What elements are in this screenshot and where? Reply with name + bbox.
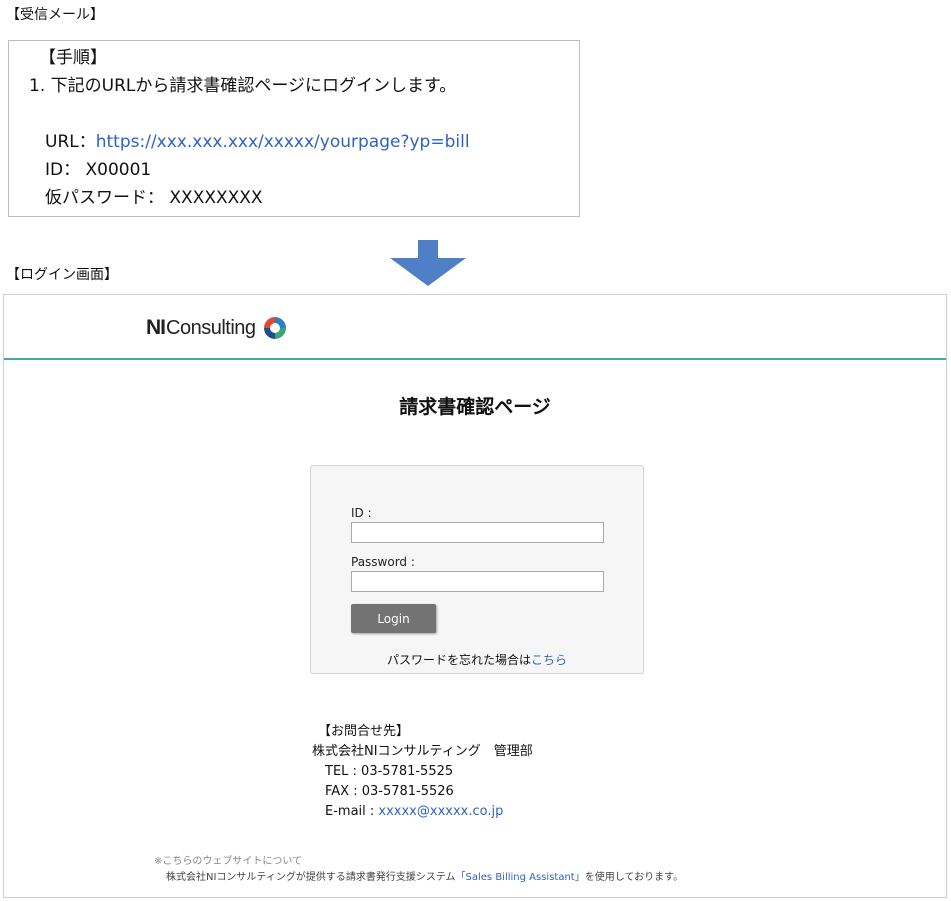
footnote-prefix: 株式会社NIコンサルティングが提供する請求書発行支援システム xyxy=(166,872,456,883)
steps-heading: 【手順】 xyxy=(39,48,107,68)
logo-mark-icon xyxy=(263,317,286,339)
contact-fax: FAX : 03-5781-5526 xyxy=(325,784,454,799)
site-header: NI Consulting xyxy=(4,295,946,360)
footnote-suffix: を使用しております。 xyxy=(584,872,684,883)
login-screen-caption: 【ログイン画面】 xyxy=(6,267,118,283)
logo-ni-text: NI xyxy=(146,316,166,339)
login-screen: NI Consulting 請求書確認ページ ID : Password : Lo… xyxy=(3,294,947,898)
temp-password-label: 仮パスワード： xyxy=(45,188,164,208)
url-label: URL： xyxy=(45,132,96,152)
url-link[interactable]: https://xxx.xxx.xxx/xxxxx/yourpage?yp=bi… xyxy=(96,132,470,152)
contact-email-label: E-mail : xyxy=(325,804,379,819)
contact-tel: TEL : 03-5781-5525 xyxy=(325,764,454,779)
sales-billing-assistant-link[interactable]: 「Sales Billing Assistant」 xyxy=(456,872,585,883)
password-field[interactable] xyxy=(351,571,604,592)
id-field[interactable] xyxy=(351,522,604,543)
contact-email-row: E-mail : xxxxx@xxxxx.co.jp xyxy=(312,802,533,822)
down-arrow-icon xyxy=(390,240,466,286)
id-row: ID： X00001 xyxy=(45,155,151,180)
logo-consulting-text: Consulting xyxy=(166,316,256,339)
temp-password-value: XXXXXXXX xyxy=(169,188,263,208)
page-title: 請求書確認ページ xyxy=(399,396,551,418)
forgot-password-row: パスワードを忘れた場合はこちら xyxy=(311,651,643,668)
contact-company: 株式会社NIコンサルティング 管理部 xyxy=(312,744,533,759)
contact-heading: 【お問合せ先】 xyxy=(318,724,410,739)
footnote-heading: ※こちらのウェブサイトについて xyxy=(154,856,303,867)
url-row: URL：https://xxx.xxx.xxx/xxxxx/yourpage?y… xyxy=(45,127,470,152)
site-footnote: ※こちらのウェブサイトについて 株式会社NIコンサルティングが提供する請求書発行… xyxy=(154,854,683,886)
ni-consulting-logo[interactable]: NI Consulting xyxy=(146,315,288,341)
contact-email-link[interactable]: xxxxx@xxxxx.co.jp xyxy=(378,804,503,819)
contact-info: 【お問合せ先】 株式会社NIコンサルティング 管理部 TEL : 03-5781… xyxy=(312,722,533,822)
login-form-panel: ID : Password : Login パスワードを忘れた場合はこちら xyxy=(310,465,644,674)
received-mail-caption: 【受信メール】 xyxy=(6,7,104,23)
footnote-body: 株式会社NIコンサルティングが提供する請求書発行支援システム「Sales Bil… xyxy=(154,870,683,886)
login-button[interactable]: Login xyxy=(351,604,436,633)
step-1-text: 1. 下記のURLから請求書確認ページにログインします。 xyxy=(29,76,457,96)
temp-password-row: 仮パスワード： XXXXXXXX xyxy=(45,183,263,208)
id-value: X00001 xyxy=(85,160,152,180)
id-label: ID： xyxy=(45,160,81,180)
password-field-label: Password : xyxy=(351,555,415,569)
forgot-password-link[interactable]: こちら xyxy=(531,653,567,667)
forgot-password-text: パスワードを忘れた場合は xyxy=(386,653,531,667)
mail-excerpt-box: 【手順】 1. 下記のURLから請求書確認ページにログインします。 URL：ht… xyxy=(8,40,580,217)
id-field-label: ID : xyxy=(351,506,372,520)
